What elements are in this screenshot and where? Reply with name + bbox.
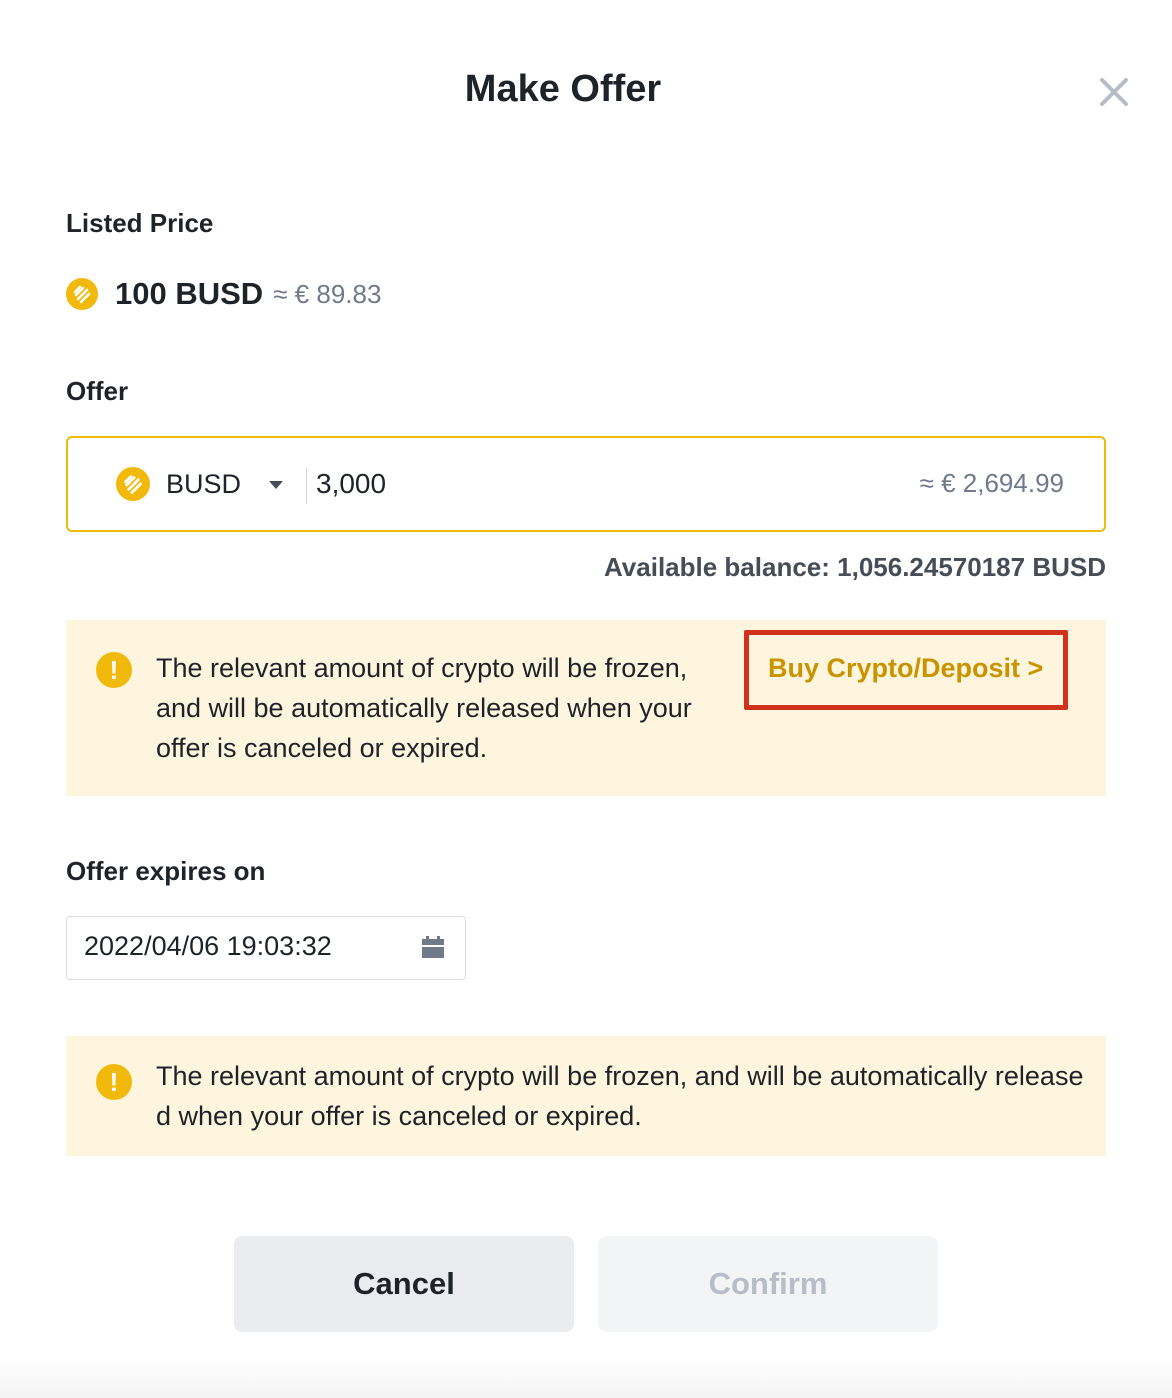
exclamation-icon: ! <box>96 652 132 688</box>
available-balance: Available balance: 1,056.24570187 BUSD <box>604 552 1106 582</box>
offer-label: Offer <box>66 376 129 406</box>
offer-fiat-value: ≈ € 2,694.99 <box>919 468 1064 498</box>
close-icon[interactable] <box>1096 74 1132 110</box>
make-offer-dialog: Make Offer Listed Price 100 BUSD ≈ € 89.… <box>0 0 1172 1398</box>
busd-coin-icon <box>116 467 150 501</box>
listed-price-fiat: ≈ € 89.83 <box>273 278 382 309</box>
highlight-box: Buy Crypto/Deposit > <box>744 630 1068 710</box>
expiry-date-picker[interactable]: 2022/04/06 19:03:32 <box>66 916 466 980</box>
listed-price-label: Listed Price <box>66 208 214 238</box>
frozen-funds-notice-bottom: ! The relevant amount of crypto will be … <box>66 1036 1106 1156</box>
notice-text: The relevant amount of crypto will be fr… <box>156 1061 1084 1131</box>
bottom-edge <box>0 1358 1172 1398</box>
frozen-funds-notice: ! The relevant amount of crypto will be … <box>66 620 1106 796</box>
caret-down-icon <box>269 481 283 489</box>
listed-price-amount: 100 BUSD <box>115 276 264 311</box>
offer-input-group: BUSD ≈ € 2,694.99 <box>66 436 1106 532</box>
currency-select[interactable]: BUSD <box>116 438 306 530</box>
offer-expires-label: Offer expires on <box>66 856 266 886</box>
currency-label: BUSD <box>166 468 242 499</box>
input-divider <box>306 468 307 504</box>
offer-amount-input[interactable] <box>316 458 876 510</box>
dialog-title: Make Offer <box>464 68 662 110</box>
expiry-date-value: 2022/04/06 19:03:32 <box>84 931 332 961</box>
busd-coin-icon <box>66 278 98 310</box>
buy-crypto-deposit-link[interactable]: Buy Crypto/Deposit > <box>768 653 1043 684</box>
exclamation-icon: ! <box>96 1064 132 1100</box>
notice-text: The relevant amount of crypto will be fr… <box>156 653 692 763</box>
calendar-icon <box>422 936 444 958</box>
confirm-button[interactable]: Confirm <box>598 1236 938 1332</box>
cancel-button[interactable]: Cancel <box>234 1236 574 1332</box>
listed-price-row: 100 BUSD ≈ € 89.83 <box>66 274 381 314</box>
